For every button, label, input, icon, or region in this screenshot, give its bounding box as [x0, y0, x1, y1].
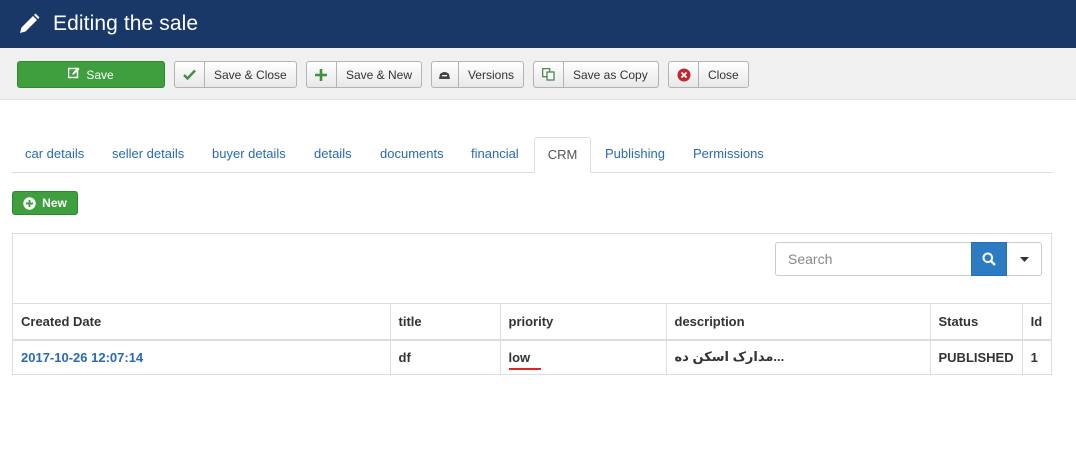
description-cell: مدارک اسکن ده...: [666, 339, 931, 374]
save-new-button[interactable]: Save & New: [306, 61, 422, 88]
tab-car-details[interactable]: car details: [25, 137, 84, 173]
plus-icon: [307, 62, 337, 87]
table-row: 2017-10-26 12:07:14 df low مدارک اسکن ده…: [13, 339, 1051, 374]
new-button[interactable]: New: [12, 191, 78, 215]
caret-down-icon: [1019, 256, 1029, 262]
tab-financial[interactable]: financial: [471, 137, 519, 173]
tab-permissions[interactable]: Permissions: [693, 137, 764, 173]
created-date-link[interactable]: 2017-10-26 12:07:14: [13, 339, 391, 374]
tab-publishing[interactable]: Publishing: [605, 137, 665, 173]
status-cell: PUBLISHED: [930, 339, 1023, 374]
spellcheck-underline: [508, 367, 541, 370]
pencil-icon: [17, 12, 41, 36]
priority-cell: low: [500, 339, 667, 374]
tab-bar: car details seller details buyer details…: [12, 137, 1053, 173]
save-close-button[interactable]: Save & Close: [174, 61, 297, 88]
tab-documents[interactable]: documents: [380, 137, 444, 173]
edit-icon: [68, 67, 80, 82]
versions-button[interactable]: Versions: [431, 61, 524, 88]
checkmark-icon: [175, 62, 205, 87]
col-title[interactable]: title: [390, 303, 501, 340]
col-description[interactable]: description: [666, 303, 931, 340]
table-header-row: Created Date title priority description …: [13, 303, 1051, 340]
close-circle-icon: [669, 62, 699, 87]
id-cell: 1: [1030, 349, 1038, 365]
col-status[interactable]: Status: [930, 303, 1023, 340]
priority-value: low: [508, 350, 541, 370]
records-panel: Created Date title priority description …: [12, 233, 1052, 375]
plus-circle-icon: [23, 196, 36, 210]
tab-details[interactable]: details: [314, 137, 352, 173]
page-header: Editing the sale: [0, 0, 1076, 48]
title-cell: df: [390, 339, 501, 374]
search-icon: [982, 252, 996, 266]
col-created-date[interactable]: Created Date: [13, 303, 391, 340]
col-id[interactable]: Id: [1022, 304, 1051, 340]
copy-icon: [534, 62, 564, 87]
col-priority[interactable]: priority: [500, 303, 667, 340]
close-button[interactable]: Close: [668, 61, 749, 88]
search-input[interactable]: [775, 242, 971, 276]
tab-buyer-details[interactable]: buyer details: [212, 137, 286, 173]
save-button[interactable]: Save: [17, 61, 165, 88]
toolbar: Save Save & Close Save & New Versions Sa…: [0, 48, 1076, 100]
search-options-dropdown[interactable]: [1007, 242, 1042, 276]
tab-crm[interactable]: CRM: [534, 137, 591, 173]
tab-seller-details[interactable]: seller details: [112, 137, 184, 173]
archive-icon: [432, 62, 459, 87]
records-table: Created Date title priority description …: [13, 303, 1051, 374]
save-copy-button[interactable]: Save as Copy: [533, 61, 659, 88]
search-button[interactable]: [971, 242, 1007, 276]
page-title: Editing the sale: [53, 12, 199, 35]
